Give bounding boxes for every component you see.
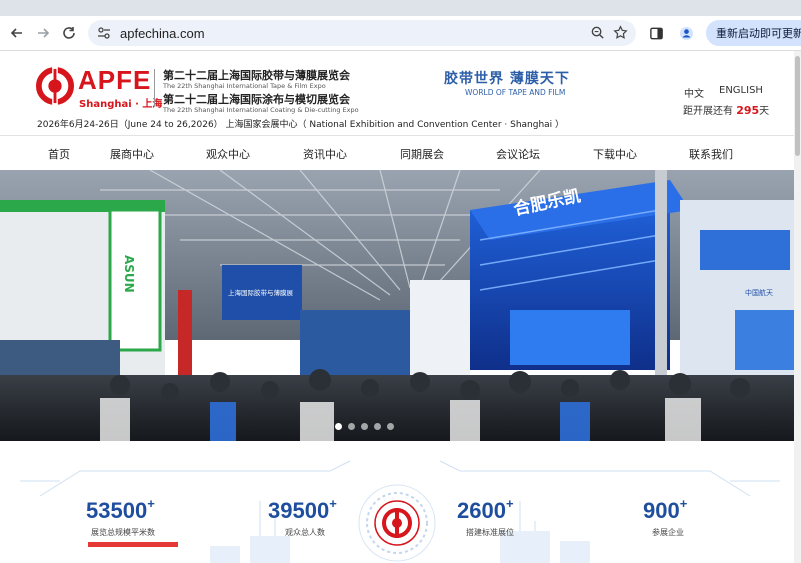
nav-news-center[interactable]: 资讯中心	[303, 146, 347, 162]
stat-area-number: 53500	[86, 498, 148, 523]
web-page: APFE Shanghai · 上海 第二十二届上海国际胶带与薄膜展览会 The…	[0, 51, 801, 563]
carousel-dot-1[interactable]	[335, 423, 342, 430]
nav-conference-forum[interactable]: 会议论坛	[496, 146, 540, 162]
slogan-en: WORLD OF TAPE AND FILM	[465, 88, 566, 97]
side-panel-icon	[649, 27, 663, 39]
countdown: 距开展还有 295天	[683, 102, 769, 117]
main-nav: 首页 展商中心 观众中心 资讯中心 同期展会 会议论坛 下载中心 联系我们	[0, 136, 794, 170]
carousel-dots	[335, 423, 394, 430]
asun-sign: ASUN	[122, 255, 136, 293]
stat-booths-label: 搭建标准展位	[466, 528, 514, 537]
expo-subtitle-1: The 22th Shanghai International Tape & F…	[163, 82, 326, 90]
lang-english-link[interactable]: ENGLISH	[719, 85, 763, 96]
expo-title-2: 第二十二届上海国际涂布与模切展览会	[163, 93, 350, 106]
stat-exhibitors-number: 900	[643, 498, 680, 523]
hero-carousel[interactable]: ASUN 上海国际胶带与薄膜展 合肥乐凯 中国航天	[0, 170, 794, 441]
logo-text[interactable]: APFE	[78, 65, 151, 96]
back-button[interactable]	[4, 20, 30, 46]
expo-subtitle-2: The 22th Shanghai International Coating …	[163, 106, 359, 114]
profile-button[interactable]	[674, 21, 698, 45]
stat-area-value: 53500+	[86, 496, 155, 524]
stat-visitors-label: 观众总人数	[285, 528, 325, 537]
hero-booth-text-2: 中国航天	[745, 288, 773, 297]
stat-visitors-plus: +	[329, 496, 337, 511]
stat-booths-value: 2600+	[457, 496, 514, 524]
nav-contact-us[interactable]: 联系我们	[689, 146, 733, 162]
countdown-prefix: 距开展还有	[683, 106, 733, 117]
countdown-days: 295	[736, 104, 760, 117]
countdown-suffix: 天	[759, 106, 770, 117]
carousel-dot-3[interactable]	[361, 423, 368, 430]
site-settings-icon[interactable]	[96, 25, 112, 41]
back-arrow-icon	[10, 28, 22, 38]
hero-banner-text: 上海国际胶带与薄膜展	[228, 288, 294, 297]
expo-date-venue: 2026年6月24-26日（June 24 to 26,2026） 上海国家会展…	[37, 120, 565, 130]
apfe-logo-icon[interactable]	[36, 67, 74, 105]
stat-highlight-bar	[88, 542, 178, 547]
address-bar[interactable]: apfechina.com	[88, 20, 636, 46]
slogan: 胶带世界 薄膜天下	[444, 71, 570, 87]
carousel-dot-2[interactable]	[348, 423, 355, 430]
stat-visitors-number: 39500	[268, 498, 330, 523]
lang-chinese-link[interactable]: 中文	[684, 85, 704, 100]
restart-to-update-button[interactable]: 重新启动即可更新	[706, 20, 801, 46]
star-icon[interactable]	[613, 25, 628, 40]
side-panel-button[interactable]	[644, 21, 668, 45]
page-scrollbar-thumb[interactable]	[795, 56, 800, 156]
nav-home[interactable]: 首页	[48, 146, 70, 162]
nav-download-center[interactable]: 下载中心	[593, 146, 637, 162]
reload-icon	[63, 27, 75, 39]
stats-section: 53500+ 展览总规模平米数 39500+ 观众总人数 2600+ 搭建标准展…	[0, 441, 794, 563]
expo-title-1: 第二十二届上海国际胶带与薄膜展览会	[163, 69, 350, 82]
nav-concurrent-events[interactable]: 同期展会	[400, 146, 444, 162]
browser-toolbar: apfechina.com 重新启动即可更新	[0, 16, 801, 51]
stat-area-label: 展览总规模平米数	[91, 528, 155, 537]
tab-strip	[0, 0, 801, 16]
hero-photo: ASUN 上海国际胶带与薄膜展 合肥乐凯 中国航天	[0, 170, 794, 441]
stat-booths-number: 2600	[457, 498, 506, 523]
carousel-dot-4[interactable]	[374, 423, 381, 430]
stat-booths-plus: +	[505, 496, 514, 511]
nav-visitor-center[interactable]: 观众中心	[206, 146, 250, 162]
stat-visitors-value: 39500+	[268, 496, 337, 524]
stat-exhibitors-plus: +	[679, 496, 688, 511]
nav-exhibitor-center[interactable]: 展商中心	[110, 146, 154, 162]
stat-area-plus: +	[147, 496, 155, 511]
logo-divider	[154, 69, 155, 107]
forward-button[interactable]	[30, 20, 56, 46]
profile-icon	[679, 26, 693, 40]
carousel-dot-5[interactable]	[387, 423, 394, 430]
forward-arrow-icon	[38, 28, 50, 38]
tab-strip-right	[560, 0, 801, 16]
stat-exhibitors-value: 900+	[643, 496, 688, 524]
logo-subtitle: Shanghai · 上海	[79, 99, 163, 110]
site-header: APFE Shanghai · 上海 第二十二届上海国际胶带与薄膜展览会 The…	[0, 51, 794, 135]
zoom-icon[interactable]	[590, 25, 605, 40]
stat-exhibitors-label: 参展企业	[652, 528, 684, 537]
reload-button[interactable]	[56, 20, 82, 46]
url-text[interactable]: apfechina.com	[120, 26, 205, 41]
